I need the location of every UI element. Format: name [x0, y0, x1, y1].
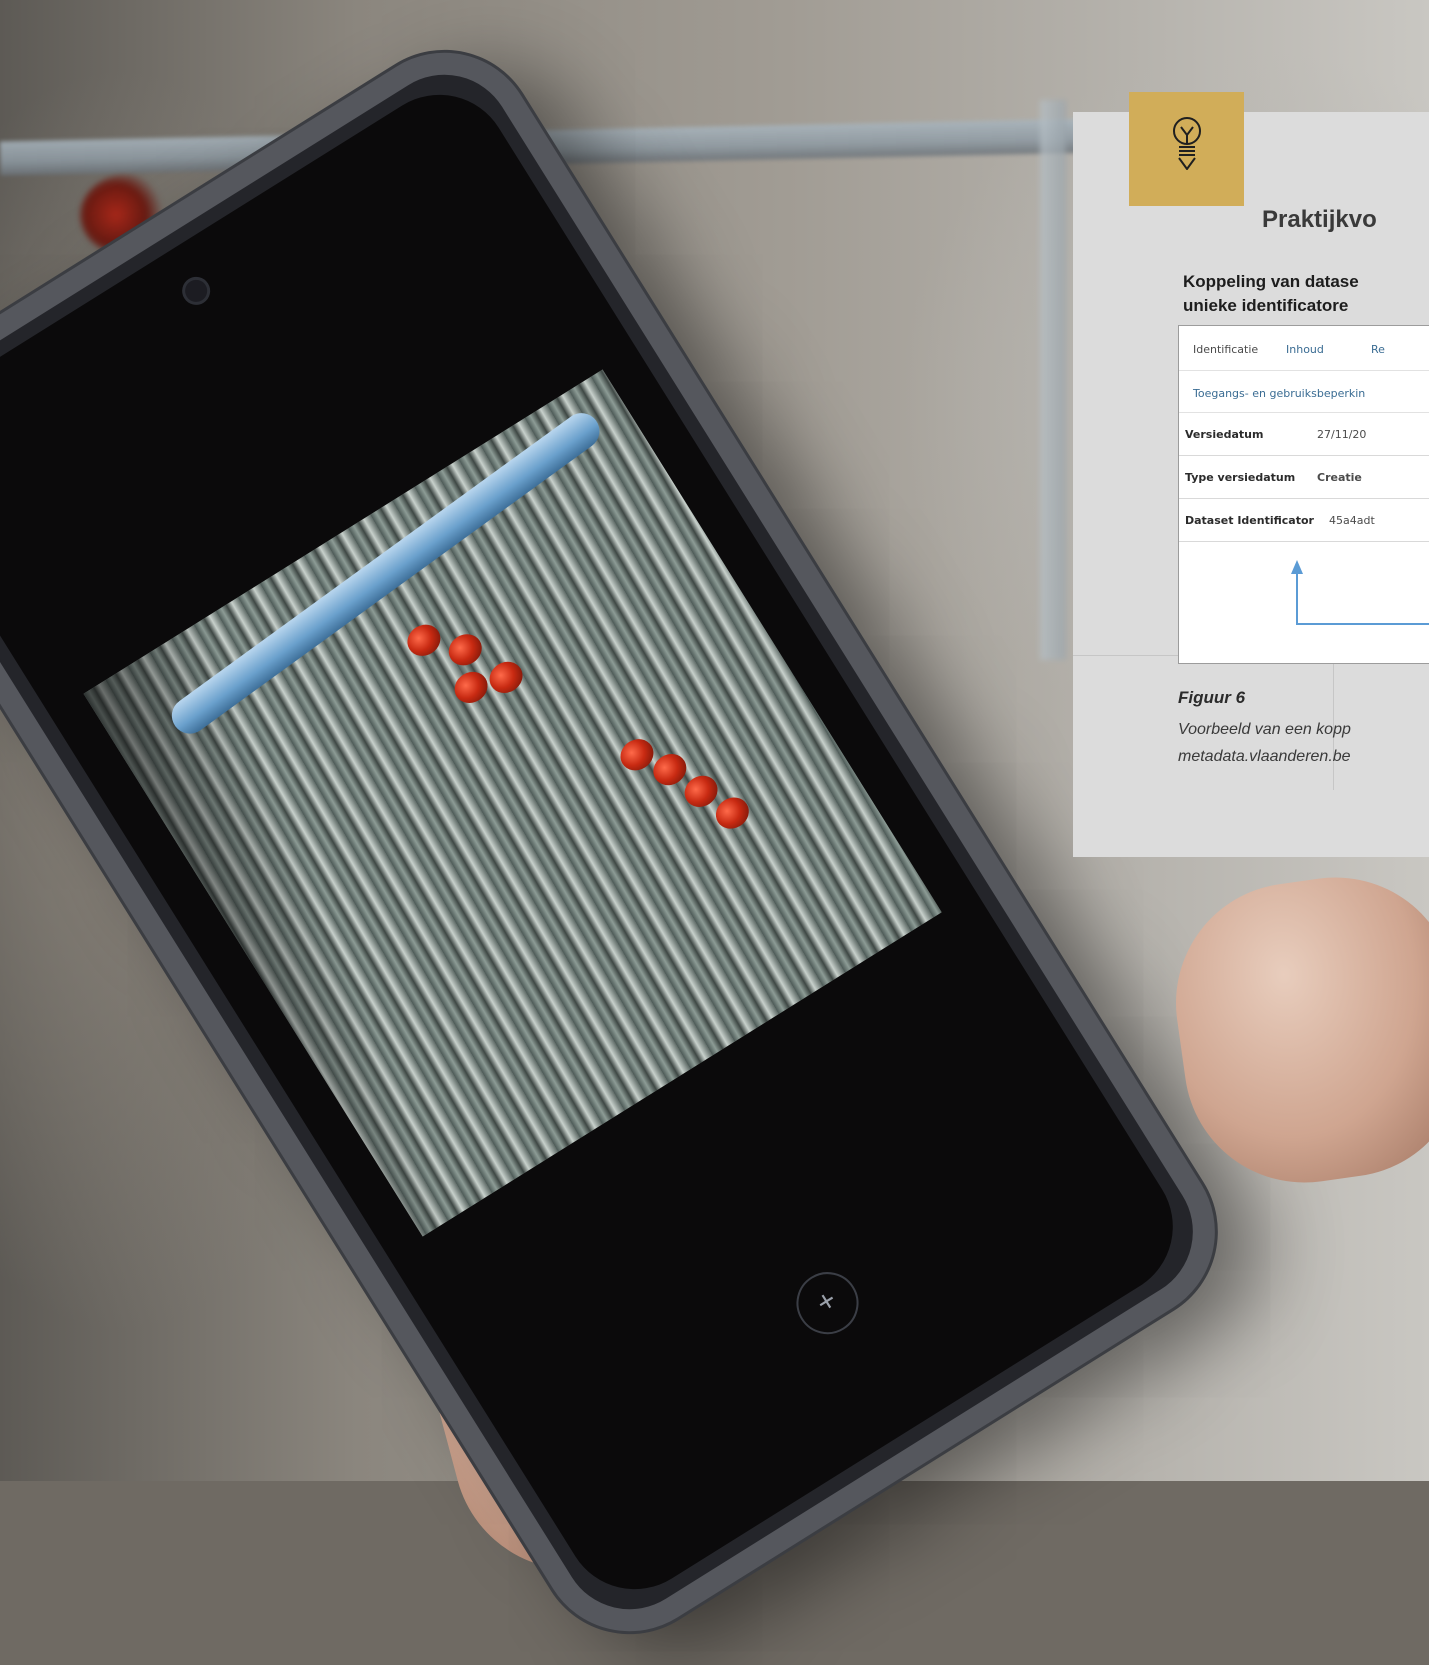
ladybug — [401, 618, 447, 663]
callout-subtitle-line: unieke identificatore — [1183, 296, 1349, 315]
camera-shutter-button[interactable]: + — [784, 1260, 871, 1346]
tip-badge — [1129, 92, 1244, 206]
figure-caption-line: Voorbeeld van een kopp — [1178, 721, 1351, 738]
link-arrow — [1291, 560, 1429, 625]
ladybug — [448, 665, 494, 710]
viewfinder-pipe — [164, 405, 607, 741]
lightbulb-icon — [1172, 117, 1201, 170]
figure-caption: Voorbeeld van een kopp metadata.vlaander… — [1178, 716, 1429, 770]
metadata-screenshot: Identificatie Inhoud Re Toegangs- en geb… — [1178, 325, 1429, 664]
callout-subtitle-line: Koppeling van datase — [1183, 272, 1359, 291]
ladybug — [442, 628, 488, 672]
fence-post — [1040, 100, 1066, 660]
front-camera-icon — [176, 271, 216, 311]
ladybug — [483, 655, 529, 700]
figure-caption-line: metadata.vlaanderen.be — [1178, 748, 1351, 765]
figure-label: Figuur 6 — [1178, 688, 1246, 707]
callout-title: Praktijkvo — [1262, 206, 1377, 233]
callout-subtitle: Koppeling van datase unieke identificato… — [1183, 270, 1429, 318]
ladybug — [709, 791, 755, 835]
